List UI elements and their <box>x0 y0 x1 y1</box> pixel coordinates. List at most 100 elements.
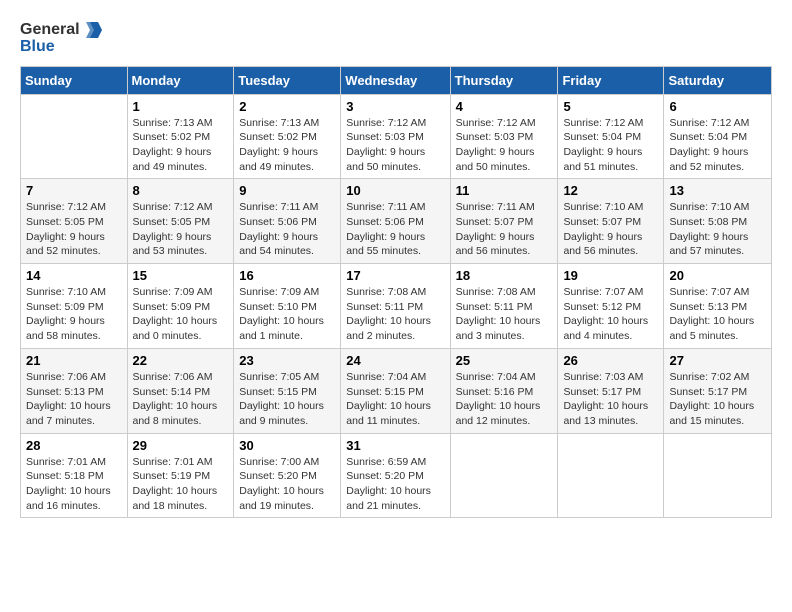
day-info: Sunrise: 7:11 AMSunset: 5:07 PMDaylight:… <box>456 200 553 259</box>
day-number: 31 <box>346 438 444 453</box>
day-number: 20 <box>669 268 766 283</box>
calendar-cell: 18 Sunrise: 7:08 AMSunset: 5:11 PMDaylig… <box>450 264 558 349</box>
day-number: 11 <box>456 183 553 198</box>
day-info: Sunrise: 7:04 AMSunset: 5:15 PMDaylight:… <box>346 370 444 429</box>
logo-general-text: General <box>20 21 80 39</box>
calendar-cell: 7 Sunrise: 7:12 AMSunset: 5:05 PMDayligh… <box>21 179 128 264</box>
calendar-cell: 21 Sunrise: 7:06 AMSunset: 5:13 PMDaylig… <box>21 348 128 433</box>
day-info: Sunrise: 7:05 AMSunset: 5:15 PMDaylight:… <box>239 370 335 429</box>
day-info: Sunrise: 7:02 AMSunset: 5:17 PMDaylight:… <box>669 370 766 429</box>
calendar-cell: 4 Sunrise: 7:12 AMSunset: 5:03 PMDayligh… <box>450 94 558 179</box>
day-info: Sunrise: 7:07 AMSunset: 5:13 PMDaylight:… <box>669 285 766 344</box>
weekday-header: Friday <box>558 66 664 94</box>
calendar-cell: 20 Sunrise: 7:07 AMSunset: 5:13 PMDaylig… <box>664 264 772 349</box>
calendar-week-row: 7 Sunrise: 7:12 AMSunset: 5:05 PMDayligh… <box>21 179 772 264</box>
day-number: 25 <box>456 353 553 368</box>
logo: General Blue <box>20 20 102 56</box>
day-info: Sunrise: 7:12 AMSunset: 5:05 PMDaylight:… <box>133 200 229 259</box>
header: General Blue <box>20 20 772 56</box>
calendar-cell: 29 Sunrise: 7:01 AMSunset: 5:19 PMDaylig… <box>127 433 234 518</box>
day-number: 3 <box>346 99 444 114</box>
calendar-cell: 15 Sunrise: 7:09 AMSunset: 5:09 PMDaylig… <box>127 264 234 349</box>
weekday-header: Thursday <box>450 66 558 94</box>
calendar-cell: 27 Sunrise: 7:02 AMSunset: 5:17 PMDaylig… <box>664 348 772 433</box>
calendar-cell: 1 Sunrise: 7:13 AMSunset: 5:02 PMDayligh… <box>127 94 234 179</box>
day-info: Sunrise: 7:06 AMSunset: 5:14 PMDaylight:… <box>133 370 229 429</box>
day-info: Sunrise: 7:09 AMSunset: 5:09 PMDaylight:… <box>133 285 229 344</box>
day-number: 16 <box>239 268 335 283</box>
day-number: 1 <box>133 99 229 114</box>
day-info: Sunrise: 7:07 AMSunset: 5:12 PMDaylight:… <box>563 285 658 344</box>
day-info: Sunrise: 7:10 AMSunset: 5:09 PMDaylight:… <box>26 285 122 344</box>
day-info: Sunrise: 7:13 AMSunset: 5:02 PMDaylight:… <box>133 116 229 175</box>
day-number: 14 <box>26 268 122 283</box>
calendar-cell: 10 Sunrise: 7:11 AMSunset: 5:06 PMDaylig… <box>341 179 450 264</box>
day-info: Sunrise: 7:09 AMSunset: 5:10 PMDaylight:… <box>239 285 335 344</box>
weekday-header: Tuesday <box>234 66 341 94</box>
calendar-cell: 14 Sunrise: 7:10 AMSunset: 5:09 PMDaylig… <box>21 264 128 349</box>
calendar-table: SundayMondayTuesdayWednesdayThursdayFrid… <box>20 66 772 519</box>
day-info: Sunrise: 7:13 AMSunset: 5:02 PMDaylight:… <box>239 116 335 175</box>
day-number: 2 <box>239 99 335 114</box>
calendar-cell: 16 Sunrise: 7:09 AMSunset: 5:10 PMDaylig… <box>234 264 341 349</box>
calendar-week-row: 28 Sunrise: 7:01 AMSunset: 5:18 PMDaylig… <box>21 433 772 518</box>
day-number: 19 <box>563 268 658 283</box>
day-number: 30 <box>239 438 335 453</box>
weekday-header: Saturday <box>664 66 772 94</box>
calendar-cell: 17 Sunrise: 7:08 AMSunset: 5:11 PMDaylig… <box>341 264 450 349</box>
day-info: Sunrise: 7:08 AMSunset: 5:11 PMDaylight:… <box>346 285 444 344</box>
day-number: 24 <box>346 353 444 368</box>
calendar-cell <box>21 94 128 179</box>
day-info: Sunrise: 7:12 AMSunset: 5:04 PMDaylight:… <box>563 116 658 175</box>
calendar-cell: 5 Sunrise: 7:12 AMSunset: 5:04 PMDayligh… <box>558 94 664 179</box>
calendar-cell <box>450 433 558 518</box>
calendar-cell: 8 Sunrise: 7:12 AMSunset: 5:05 PMDayligh… <box>127 179 234 264</box>
day-info: Sunrise: 7:03 AMSunset: 5:17 PMDaylight:… <box>563 370 658 429</box>
calendar-cell: 12 Sunrise: 7:10 AMSunset: 5:07 PMDaylig… <box>558 179 664 264</box>
day-number: 23 <box>239 353 335 368</box>
weekday-header-row: SundayMondayTuesdayWednesdayThursdayFrid… <box>21 66 772 94</box>
day-number: 4 <box>456 99 553 114</box>
day-info: Sunrise: 7:01 AMSunset: 5:19 PMDaylight:… <box>133 455 229 514</box>
day-info: Sunrise: 7:10 AMSunset: 5:08 PMDaylight:… <box>669 200 766 259</box>
calendar-cell: 28 Sunrise: 7:01 AMSunset: 5:18 PMDaylig… <box>21 433 128 518</box>
calendar-week-row: 14 Sunrise: 7:10 AMSunset: 5:09 PMDaylig… <box>21 264 772 349</box>
day-info: Sunrise: 7:11 AMSunset: 5:06 PMDaylight:… <box>346 200 444 259</box>
calendar-cell: 6 Sunrise: 7:12 AMSunset: 5:04 PMDayligh… <box>664 94 772 179</box>
calendar-cell: 30 Sunrise: 7:00 AMSunset: 5:20 PMDaylig… <box>234 433 341 518</box>
calendar-cell: 22 Sunrise: 7:06 AMSunset: 5:14 PMDaylig… <box>127 348 234 433</box>
day-number: 5 <box>563 99 658 114</box>
calendar-cell: 25 Sunrise: 7:04 AMSunset: 5:16 PMDaylig… <box>450 348 558 433</box>
day-number: 8 <box>133 183 229 198</box>
day-number: 21 <box>26 353 122 368</box>
day-number: 28 <box>26 438 122 453</box>
day-info: Sunrise: 7:06 AMSunset: 5:13 PMDaylight:… <box>26 370 122 429</box>
calendar-cell: 13 Sunrise: 7:10 AMSunset: 5:08 PMDaylig… <box>664 179 772 264</box>
day-number: 9 <box>239 183 335 198</box>
calendar-cell: 19 Sunrise: 7:07 AMSunset: 5:12 PMDaylig… <box>558 264 664 349</box>
day-number: 29 <box>133 438 229 453</box>
calendar-cell <box>664 433 772 518</box>
calendar-week-row: 1 Sunrise: 7:13 AMSunset: 5:02 PMDayligh… <box>21 94 772 179</box>
day-info: Sunrise: 6:59 AMSunset: 5:20 PMDaylight:… <box>346 455 444 514</box>
calendar-cell <box>558 433 664 518</box>
day-info: Sunrise: 7:11 AMSunset: 5:06 PMDaylight:… <box>239 200 335 259</box>
calendar-cell: 11 Sunrise: 7:11 AMSunset: 5:07 PMDaylig… <box>450 179 558 264</box>
day-number: 12 <box>563 183 658 198</box>
calendar-cell: 2 Sunrise: 7:13 AMSunset: 5:02 PMDayligh… <box>234 94 341 179</box>
calendar-cell: 31 Sunrise: 6:59 AMSunset: 5:20 PMDaylig… <box>341 433 450 518</box>
day-info: Sunrise: 7:12 AMSunset: 5:04 PMDaylight:… <box>669 116 766 175</box>
logo-chevron-icon <box>82 20 102 40</box>
logo-blue-text: Blue <box>20 38 102 56</box>
weekday-header: Wednesday <box>341 66 450 94</box>
day-number: 7 <box>26 183 122 198</box>
day-info: Sunrise: 7:01 AMSunset: 5:18 PMDaylight:… <box>26 455 122 514</box>
day-number: 13 <box>669 183 766 198</box>
calendar-cell: 9 Sunrise: 7:11 AMSunset: 5:06 PMDayligh… <box>234 179 341 264</box>
calendar-cell: 3 Sunrise: 7:12 AMSunset: 5:03 PMDayligh… <box>341 94 450 179</box>
day-info: Sunrise: 7:12 AMSunset: 5:03 PMDaylight:… <box>346 116 444 175</box>
calendar-cell: 26 Sunrise: 7:03 AMSunset: 5:17 PMDaylig… <box>558 348 664 433</box>
day-number: 10 <box>346 183 444 198</box>
day-info: Sunrise: 7:10 AMSunset: 5:07 PMDaylight:… <box>563 200 658 259</box>
weekday-header: Monday <box>127 66 234 94</box>
